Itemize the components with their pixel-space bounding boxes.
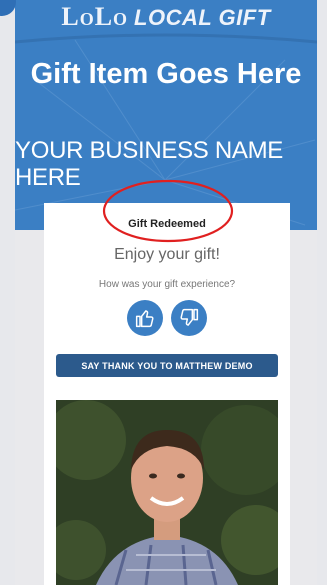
status-label: Gift Redeemed	[128, 218, 206, 230]
profile-photo	[56, 400, 278, 585]
brand-logo: LoLo LOCAL GIFT	[15, 2, 317, 32]
hero-decoration	[15, 33, 317, 226]
say-thank-you-button[interactable]: SAY THANK YOU TO MATTHEW DEMO	[56, 354, 278, 377]
thumbs-up-button[interactable]	[127, 300, 163, 336]
corner-badge	[0, 0, 16, 16]
thumbs-down-button[interactable]	[171, 300, 207, 336]
brand-tagline: LOCAL GIFT	[134, 5, 271, 30]
enjoy-message: Enjoy your gift!	[114, 246, 220, 263]
thumbs-down-icon	[180, 308, 199, 326]
redeemed-card: Gift Redeemed Enjoy your gift! How was y…	[44, 203, 290, 585]
business-name: YOUR BUSINESS NAME HERE	[15, 137, 283, 191]
feedback-question: How was your gift experience?	[98, 279, 236, 290]
hero-banner: LoLo LOCAL GIFT Gift Item Goes Here YOUR …	[15, 0, 317, 230]
brand-lolo: LoLo	[61, 2, 129, 31]
gift-page: LoLo LOCAL GIFT Gift Item Goes Here YOUR …	[15, 0, 317, 585]
thumbs-up-icon	[135, 310, 154, 328]
gift-title: Gift Item Goes Here	[30, 58, 302, 90]
